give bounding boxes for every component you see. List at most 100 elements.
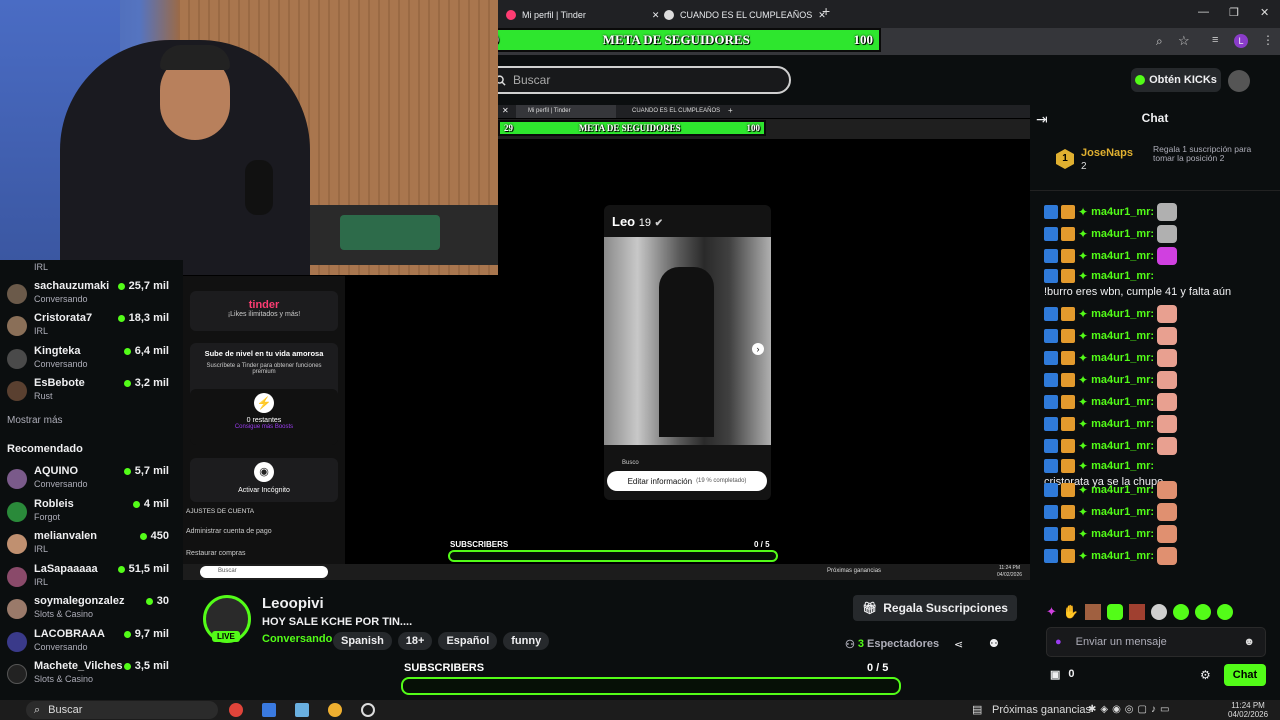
sidebar-channel-machete-vilches[interactable]: Machete_Vilches Slots & Casino 3,5 mil	[7, 658, 179, 692]
clock[interactable]: 11:24 PM 04/02/2026	[1228, 701, 1268, 719]
sidebar-channel-soymalegonzalez[interactable]: soymalegonzalez Slots & Casino 30	[7, 593, 179, 627]
tab-tinder[interactable]: Mi perfil | Tinder ✕	[506, 4, 659, 26]
photo-figure	[659, 267, 714, 437]
tag-espanol[interactable]: Español	[438, 632, 498, 650]
chat-username[interactable]: ma4ur1_mr:	[1091, 418, 1154, 430]
tray-icons[interactable]: ✱◈◉◎▢♪▭	[1088, 704, 1173, 715]
sidebar-channel-lacobraaa[interactable]: LACOBRAAA Conversando 9,7 mil	[7, 626, 179, 660]
emote-icon[interactable]	[1217, 604, 1234, 620]
tab-close-icon[interactable]: ✕	[652, 10, 660, 21]
chat-username[interactable]: ma4ur1_mr:	[1091, 460, 1154, 472]
chat-emote	[1157, 203, 1178, 221]
badge-icon	[1044, 439, 1058, 453]
minimize-icon[interactable]: —	[1198, 6, 1209, 18]
viewer-count: 25,7 mil	[117, 280, 169, 292]
settings-gear-icon[interactable]: ⚙	[1200, 668, 1211, 682]
inner-taskbar: Buscar Próximas ganancias 11:24 PM 04/02…	[183, 564, 1030, 580]
chat-username[interactable]: ma4ur1_mr:	[1091, 270, 1154, 282]
emote-icon[interactable]	[1173, 604, 1190, 620]
share-icon[interactable]: ⋖	[954, 638, 963, 651]
tag-spanish[interactable]: Spanish	[333, 632, 392, 650]
viewer-count: 6,4 mil	[123, 345, 169, 357]
media-control-icon[interactable]: ≡	[1212, 34, 1218, 46]
inner-tab-tinder: Mi perfil | Tinder	[516, 105, 616, 118]
chat-username[interactable]: ma4ur1_mr:	[1091, 352, 1154, 364]
sidebar-channel-melianvalen[interactable]: melianvalen IRL 450	[7, 528, 179, 562]
users-icon: ⚇	[845, 639, 855, 651]
chat-username[interactable]: ma4ur1_mr:	[1091, 374, 1154, 386]
chat-username[interactable]: ma4ur1_mr:	[1091, 308, 1154, 320]
badge-icon	[1044, 373, 1058, 387]
bookmark-star-icon[interactable]: ☆	[1178, 33, 1190, 49]
sub-badge-icon: ✦	[1078, 459, 1089, 473]
chat-emote	[1157, 503, 1178, 521]
avatar	[7, 664, 27, 684]
send-chat-button[interactable]: Chat	[1224, 664, 1266, 686]
viewer-count: ⚇ 3 Espectadores	[845, 638, 940, 651]
avatar	[7, 284, 27, 304]
emote-icon[interactable]	[1107, 604, 1124, 620]
emote-icon[interactable]	[1195, 604, 1212, 620]
taskbar-search[interactable]: ⌕ Buscar	[26, 701, 218, 719]
live-dot-icon	[117, 282, 125, 290]
emote-icon[interactable]: ✦	[1046, 604, 1057, 620]
get-kicks-button[interactable]: Obtén KICKs	[1131, 68, 1221, 92]
app-icon[interactable]	[295, 703, 309, 717]
gift-subs-button[interactable]: 🎁︎ Regala Suscripciones	[853, 595, 1017, 621]
follow-user-icon[interactable]: ⚉	[989, 637, 999, 650]
boosts-card: ⚡ 0 restantes Consigue más Boosts	[190, 389, 338, 445]
badge-icon	[1044, 205, 1058, 219]
tag-funny[interactable]: funny	[503, 632, 550, 650]
search-input[interactable]: Buscar	[483, 66, 791, 94]
app-icon[interactable]	[262, 703, 276, 717]
badge-icon	[1044, 227, 1058, 241]
chat-username[interactable]: ma4ur1_mr:	[1091, 330, 1154, 342]
emote-icon[interactable]	[1129, 604, 1146, 620]
kicks-balance: ▣ 0	[1050, 668, 1075, 681]
sidebar-channel-esbebote[interactable]: EsBebote Rust 3,2 mil	[7, 375, 179, 409]
sidebar-channel-sachauzumaki[interactable]: sachauzumaki Conversando 25,7 mil	[7, 278, 179, 312]
sub-badge-icon: ✦	[1078, 395, 1089, 409]
sidebar-channel-lasapaaaaa[interactable]: LaSapaaaaa IRL 51,5 mil	[7, 561, 179, 595]
tag-18plus[interactable]: 18+	[397, 632, 433, 650]
sidebar-channel-aquino[interactable]: AQUINO Conversando 5,7 mil	[7, 463, 179, 497]
chat-username[interactable]: ma4ur1_mr:	[1091, 440, 1154, 452]
boost-bolt-icon: ⚡	[254, 393, 274, 413]
chat-username[interactable]: ma4ur1_mr:	[1091, 250, 1154, 262]
chat-username[interactable]: ma4ur1_mr:	[1091, 550, 1154, 562]
profile-avatar[interactable]: L	[1234, 34, 1248, 48]
chat-username[interactable]: ma4ur1_mr:	[1091, 528, 1154, 540]
avatar	[7, 534, 27, 554]
sidebar-channel-kingteka[interactable]: Kingteka Conversando 6,4 mil	[7, 343, 179, 377]
sidebar-channel-cristorata7[interactable]: Cristorata7 IRL 18,3 mil	[7, 310, 179, 344]
obs-icon[interactable]	[361, 703, 375, 717]
chat-input[interactable]: ● Enviar un mensaje ☻	[1046, 627, 1266, 657]
tab-cumpleanos[interactable]: CUANDO ES EL CUMPLEAÑOS ✕	[664, 4, 826, 26]
search-icon: ⌕	[34, 703, 41, 716]
chat-username[interactable]: ma4ur1_mr:	[1091, 506, 1154, 518]
emoji-icon[interactable]: ☻	[1243, 636, 1255, 648]
badge-icon	[1044, 549, 1058, 563]
chat-username[interactable]: ma4ur1_mr:	[1091, 206, 1154, 218]
window-close-icon[interactable]: ✕	[1260, 6, 1269, 19]
menu-kebab-icon[interactable]: ⋮	[1262, 33, 1274, 47]
sidebar-channel-robleis[interactable]: Robleis Forgot 4 mil	[7, 496, 179, 530]
emote-icon[interactable]	[1151, 604, 1168, 620]
mic-icon[interactable]: ●	[1055, 636, 1062, 648]
new-tab-icon[interactable]: +	[822, 3, 830, 19]
inner-subscriber-goal-bar	[448, 550, 778, 562]
zoom-icon[interactable]: ⌕	[1156, 34, 1163, 49]
chat-username[interactable]: ma4ur1_mr:	[1091, 396, 1154, 408]
chrome-icon[interactable]	[328, 703, 342, 717]
emote-icon[interactable]	[1085, 604, 1102, 620]
restore-icon[interactable]: ❐	[1229, 6, 1239, 19]
show-more-link[interactable]: Mostrar más	[7, 415, 63, 426]
chat-username[interactable]: ma4ur1_mr:	[1091, 484, 1154, 496]
chrome-icon[interactable]	[229, 703, 243, 717]
chat-username[interactable]: ma4ur1_mr:	[1091, 228, 1154, 240]
stream-category-link[interactable]: Conversando	[262, 633, 332, 645]
streamer-name[interactable]: Leoopivi	[262, 595, 324, 612]
live-dot-icon	[123, 467, 131, 475]
emote-icon[interactable]: ✋	[1063, 604, 1079, 620]
user-avatar[interactable]	[1228, 70, 1250, 92]
